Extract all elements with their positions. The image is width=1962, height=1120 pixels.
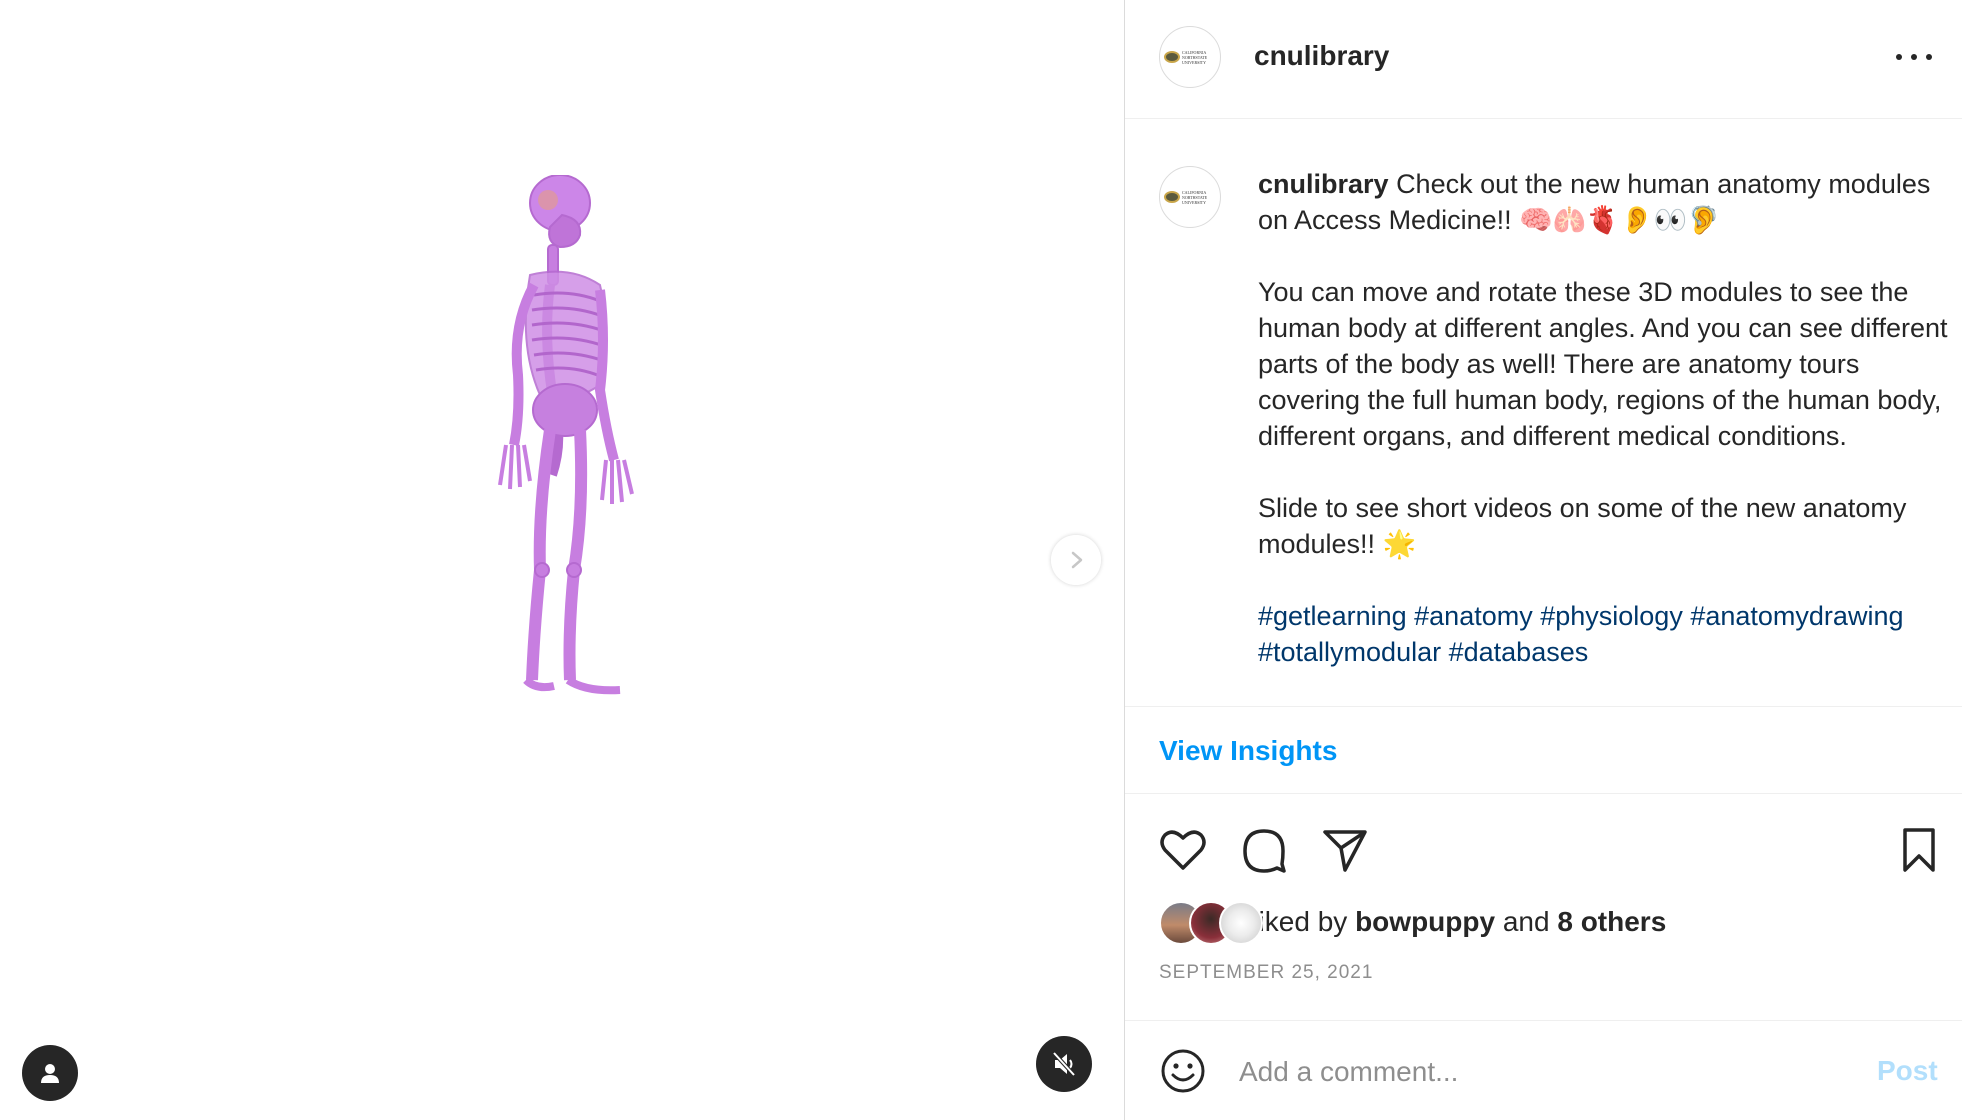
post-date[interactable]: SEPTEMBER 25, 2021: [1159, 962, 1373, 984]
post-side-panel: CALIFORNIA NORTHSTATE UNIVERSITY cnulibr…: [1124, 0, 1962, 1120]
caption-author-avatar[interactable]: CALIFORNIA NORTHSTATE UNIVERSITY: [1159, 166, 1221, 228]
caption-username[interactable]: cnulibrary: [1258, 169, 1389, 199]
view-insights-link[interactable]: View Insights: [1159, 735, 1337, 767]
post-actions: Liked by bowpuppy and 8 others SEPTEMBER…: [1125, 794, 1962, 1020]
caption-text: cnulibrary Check out the new human anato…: [1258, 166, 1948, 706]
caption-hashtags: #getlearning #anatomy #physiology #anato…: [1258, 598, 1948, 670]
person-icon: [41, 1064, 59, 1083]
heart-icon[interactable]: [1157, 824, 1209, 876]
liker-username-link[interactable]: bowpuppy: [1355, 906, 1495, 937]
comment-icon[interactable]: [1238, 824, 1290, 876]
tagged-users-button[interactable]: [22, 1045, 78, 1101]
mute-toggle-button[interactable]: [1036, 1036, 1092, 1092]
paper-plane-icon[interactable]: [1319, 824, 1371, 876]
hashtag-link[interactable]: #databases: [1449, 637, 1589, 667]
speaker-muted-icon: [1052, 1051, 1076, 1077]
post-comment-button[interactable]: Post: [1877, 1055, 1938, 1087]
caption-paragraph-3: Slide to see short videos on some of the…: [1258, 493, 1907, 559]
smiley-icon[interactable]: [1159, 1047, 1207, 1095]
skeleton-video-frame: [498, 175, 634, 695]
instagram-post-view: CALIFORNIA NORTHSTATE UNIVERSITY cnulibr…: [0, 0, 1962, 1120]
post-media[interactable]: [0, 0, 1124, 1120]
university-logo: CALIFORNIA NORTHSTATE UNIVERSITY: [1164, 190, 1216, 205]
comment-input[interactable]: [1237, 1049, 1821, 1095]
comment-bar: Post: [1125, 1020, 1962, 1120]
author-avatar[interactable]: CALIFORNIA NORTHSTATE UNIVERSITY: [1159, 26, 1221, 88]
likes-text: Liked by bowpuppy and 8 others: [1243, 906, 1666, 938]
chevron-right-icon: [1071, 551, 1083, 569]
hashtag-link[interactable]: #physiology: [1540, 601, 1683, 631]
author-username[interactable]: cnulibrary: [1254, 40, 1389, 72]
university-logo: CALIFORNIA NORTHSTATE UNIVERSITY: [1164, 50, 1216, 65]
hashtag-link[interactable]: #totallymodular: [1258, 637, 1441, 667]
hashtag-link[interactable]: #getlearning: [1258, 601, 1407, 631]
hashtag-link[interactable]: #anatomy: [1414, 601, 1533, 631]
liker-avatars[interactable]: [1159, 901, 1269, 945]
caption-paragraph-2: You can move and rotate these 3D modules…: [1258, 277, 1948, 451]
likes-joiner: and: [1502, 906, 1550, 937]
more-options-icon[interactable]: [1896, 42, 1932, 72]
next-media-button[interactable]: [1051, 535, 1101, 585]
likes-others-link[interactable]: 8 others: [1557, 906, 1666, 937]
likes-summary: Liked by bowpuppy and 8 others: [1159, 900, 1666, 945]
bookmark-icon[interactable]: [1893, 824, 1945, 876]
caption-paragraph-1: cnulibrary Check out the new human anato…: [1258, 166, 1948, 238]
insights-bar: View Insights: [1125, 707, 1962, 794]
hashtag-link[interactable]: #anatomydrawing: [1690, 601, 1903, 631]
caption-section: CALIFORNIA NORTHSTATE UNIVERSITY cnulibr…: [1125, 119, 1962, 707]
post-header: CALIFORNIA NORTHSTATE UNIVERSITY cnulibr…: [1125, 0, 1962, 119]
avatar: [1219, 901, 1263, 945]
